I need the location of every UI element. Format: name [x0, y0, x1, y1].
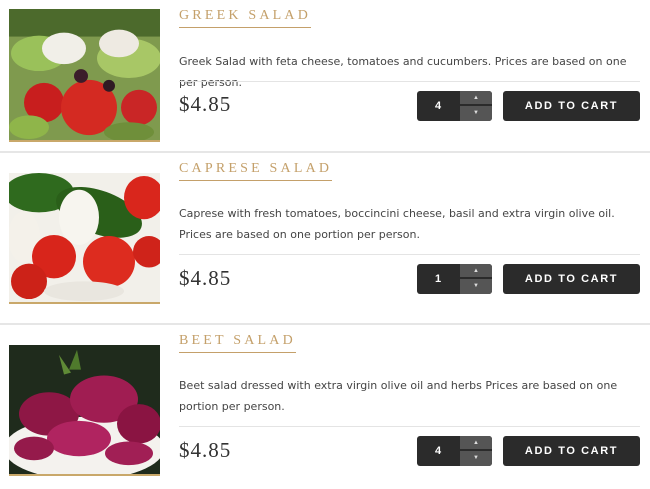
caret-up-icon[interactable]: ▲	[460, 436, 492, 450]
product-price: $4.85	[179, 266, 232, 290]
divider	[179, 254, 640, 255]
quantity-value[interactable]: 1	[417, 264, 459, 294]
product-price: $4.85	[179, 438, 232, 462]
caret-down-icon[interactable]: ▼	[460, 451, 492, 466]
divider	[179, 81, 640, 82]
product-card: BEET SALAD Beet salad dressed with extra…	[0, 324, 650, 489]
divider	[179, 426, 640, 427]
caret-down-icon[interactable]: ▼	[460, 279, 492, 294]
product-title[interactable]: GREEK SALAD	[179, 8, 312, 28]
product-title[interactable]: BEET SALAD	[179, 333, 296, 353]
caret-up-icon[interactable]: ▲	[460, 264, 492, 278]
caret-up-icon[interactable]: ▲	[460, 91, 492, 105]
product-title[interactable]: CAPRESE SALAD	[179, 161, 333, 181]
quantity-stepper[interactable]: 1 ▲ ▼	[417, 264, 492, 294]
quantity-stepper[interactable]: 4 ▲ ▼	[417, 436, 492, 466]
product-description: Greek Salad with feta cheese, tomatoes a…	[179, 55, 627, 89]
caprese-salad-image[interactable]	[9, 173, 160, 304]
quantity-stepper[interactable]: 4 ▲ ▼	[417, 91, 492, 121]
add-to-cart-button[interactable]: ADD TO CART	[503, 436, 640, 466]
greek-salad-image[interactable]	[9, 9, 160, 142]
beet-salad-image[interactable]	[9, 345, 160, 476]
quantity-value[interactable]: 4	[417, 436, 459, 466]
product-card: GREEK SALAD Greek Salad with feta cheese…	[0, 0, 650, 152]
product-price: $4.85	[179, 92, 232, 116]
caret-down-icon[interactable]: ▼	[460, 106, 492, 121]
product-description: Beet salad dressed with extra virgin oli…	[179, 379, 618, 413]
product-description: Caprese with fresh tomatoes, boccincini …	[179, 207, 615, 241]
add-to-cart-button[interactable]: ADD TO CART	[503, 91, 640, 121]
product-card: CAPRESE SALAD Caprese with fresh tomatoe…	[0, 152, 650, 324]
quantity-value[interactable]: 4	[417, 91, 459, 121]
add-to-cart-button[interactable]: ADD TO CART	[503, 264, 640, 294]
